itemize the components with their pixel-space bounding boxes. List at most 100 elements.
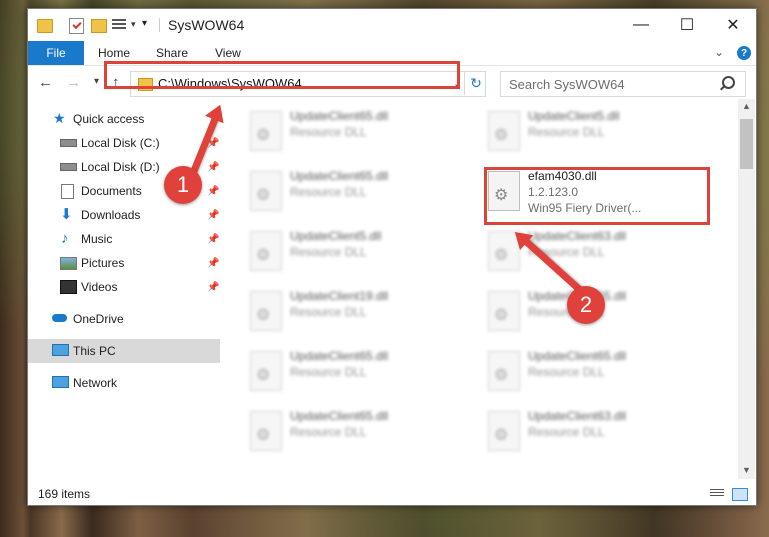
divider (159, 18, 160, 32)
file-description: Resource DLL (290, 305, 367, 319)
sidebar-item-this-pc[interactable]: This PC (28, 339, 220, 363)
scroll-up-icon[interactable]: ▲ (742, 101, 751, 111)
view-options-icon[interactable] (112, 19, 126, 31)
sidebar-item-videos[interactable]: Videos 📌 (28, 275, 220, 299)
onedrive-icon (52, 314, 67, 322)
step-2-badge: 2 (567, 286, 605, 324)
search-box[interactable] (500, 71, 746, 97)
item-count: 169 items (38, 487, 91, 501)
file-item[interactable]: UpdateClient65.dll Resource DLL (482, 347, 712, 399)
sidebar-item-label: Pictures (81, 256, 125, 270)
sidebar-item-label: Documents (81, 184, 142, 198)
sidebar-item-downloads[interactable]: ⬇ Downloads 📌 (28, 203, 220, 227)
sidebar-item-onedrive[interactable]: OneDrive (28, 307, 220, 331)
title-bar: ▾ ▾ SysWOW64 — ☐ ✕ (28, 9, 756, 41)
pin-icon[interactable]: 📌 (207, 282, 219, 293)
file-item[interactable]: UpdateClient65.dll Resource DLL (244, 107, 474, 159)
window-title: SysWOW64 (168, 17, 245, 33)
pin-icon[interactable]: 📌 (207, 210, 219, 221)
sidebar-item-quick-access[interactable]: ★ Quick access (28, 107, 220, 131)
file-name: UpdateClient63.dll (528, 409, 627, 423)
pin-icon[interactable]: 📌 (207, 234, 219, 245)
dll-file-icon (488, 291, 520, 331)
sidebar-item-label: Videos (81, 280, 118, 294)
scrollbar-thumb[interactable] (740, 119, 753, 169)
vertical-scrollbar[interactable]: ▲ ▼ (738, 99, 755, 479)
drive-icon (60, 139, 77, 147)
large-icons-view-icon[interactable] (732, 488, 748, 501)
file-name: UpdateClient65.dll (290, 109, 389, 123)
network-icon (52, 376, 69, 388)
file-description: Resource DLL (528, 365, 605, 379)
properties-icon[interactable] (69, 18, 84, 34)
search-input[interactable] (507, 75, 721, 93)
pictures-icon (60, 257, 77, 270)
sidebar-item-label: Quick access (73, 112, 145, 126)
file-item[interactable]: UpdateClient63.dll Resource DLL (482, 407, 712, 459)
scroll-down-icon[interactable]: ▼ (742, 465, 751, 475)
dll-file-icon (488, 111, 520, 151)
file-item[interactable]: UpdateClient5.dll Resource DLL (482, 107, 712, 159)
details-view-icon[interactable] (710, 489, 724, 499)
sidebar-item-label: Local Disk (C:) (81, 136, 160, 150)
pc-icon (52, 344, 69, 356)
recent-locations-chevron-icon[interactable]: ▾ (94, 76, 99, 87)
sidebar-item-label: Downloads (81, 208, 141, 222)
star-icon: ★ (53, 110, 66, 126)
file-highlight-box (484, 167, 710, 225)
file-name: UpdateClient65.dll (528, 349, 627, 363)
dll-file-icon (250, 231, 282, 271)
maximize-button[interactable]: ☐ (664, 9, 710, 41)
file-description: Resource DLL (528, 425, 605, 439)
file-name: UpdateClient65.dll (290, 409, 389, 423)
refresh-icon[interactable]: ↻ (464, 71, 487, 95)
file-description: Resource DLL (290, 185, 367, 199)
pin-icon[interactable]: 📌 (207, 186, 219, 197)
music-icon: ♪ (61, 230, 69, 247)
videos-icon (60, 280, 77, 294)
file-item[interactable]: UpdateClient19.dll Resource DLL (244, 287, 474, 339)
file-name: UpdateClient63.dll (528, 229, 627, 243)
file-description: Resource DLL (528, 125, 605, 139)
file-item[interactable]: UpdateClient5.dll Resource DLL (244, 227, 474, 279)
sidebar-item-network[interactable]: Network (28, 371, 220, 395)
minimize-button[interactable]: — (618, 9, 664, 41)
folder-icon (37, 19, 53, 33)
sidebar-item-label: OneDrive (73, 312, 124, 326)
dll-file-icon (250, 111, 282, 151)
pin-icon[interactable]: 📌 (207, 162, 219, 173)
downloads-icon: ⬇ (60, 206, 73, 223)
file-name: UpdateClient65.dll (290, 349, 389, 363)
file-name: UpdateClient5.dll (528, 109, 620, 123)
dll-file-icon (250, 411, 282, 451)
close-button[interactable]: ✕ (710, 9, 756, 41)
file-name: UpdateClient65.dll (290, 169, 389, 183)
step-1-badge: 1 (164, 166, 202, 204)
customize-toolbar-icon[interactable]: ▾ (142, 18, 147, 29)
file-item[interactable]: UpdateClient65.dll Resource DLL (244, 167, 474, 219)
tab-file[interactable]: File (28, 41, 84, 65)
sidebar-item-pictures[interactable]: Pictures 📌 (28, 251, 220, 275)
sidebar-item-label: This PC (73, 344, 116, 358)
expand-ribbon-icon[interactable]: ⌄ (714, 45, 724, 59)
sidebar-item-local-disk-c[interactable]: Local Disk (C:) 📌 (28, 131, 220, 155)
file-description: Resource DLL (290, 425, 367, 439)
dll-file-icon (488, 411, 520, 451)
sidebar-item-label: Network (73, 376, 118, 390)
help-icon[interactable]: ? (737, 46, 751, 60)
file-item[interactable]: UpdateClient65.dll Resource DLL (244, 407, 474, 459)
new-folder-icon[interactable] (91, 19, 107, 33)
address-highlight-box (104, 61, 460, 89)
sidebar-item-music[interactable]: ♪ Music 📌 (28, 227, 220, 251)
file-description: Resource DLL (290, 365, 367, 379)
file-description: Resource DLL (290, 245, 367, 259)
file-list: UpdateClient65.dll Resource DLL UpdateCl… (224, 99, 738, 479)
search-icon (722, 76, 735, 89)
chevron-down-icon[interactable]: ▾ (131, 19, 136, 30)
forward-arrow-icon[interactable]: → (66, 74, 81, 91)
dll-file-icon (250, 171, 282, 211)
file-name: UpdateClient19.dll (290, 289, 389, 303)
back-arrow-icon[interactable]: ← (38, 74, 53, 91)
pin-icon[interactable]: 📌 (207, 258, 219, 269)
file-item[interactable]: UpdateClient65.dll Resource DLL (244, 347, 474, 399)
